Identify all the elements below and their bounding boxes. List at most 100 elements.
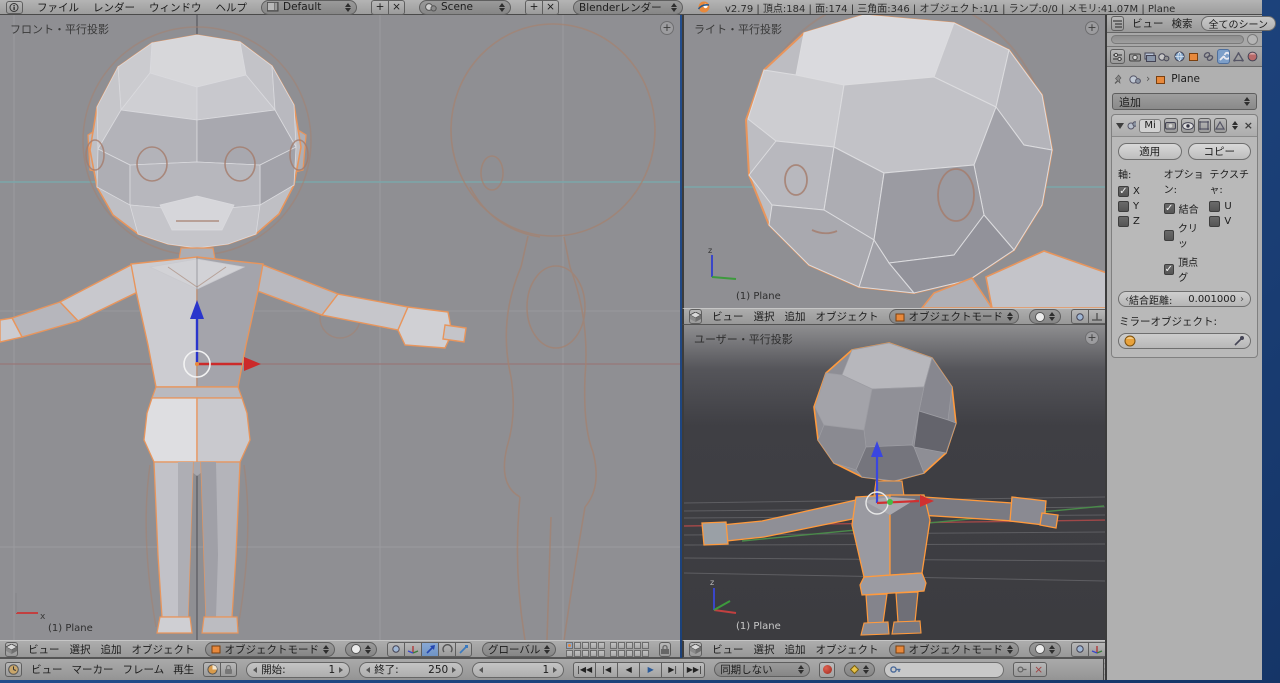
pivot-icon[interactable] <box>1071 309 1088 324</box>
layer-14[interactable] <box>590 649 598 657</box>
layer-4[interactable] <box>590 641 598 649</box>
shading-dropdown[interactable] <box>1029 309 1061 324</box>
menu-object[interactable]: オブジェクト <box>132 642 195 657</box>
checkbox-texture-v[interactable] <box>1209 216 1221 227</box>
checkbox-clipping[interactable] <box>1163 229 1174 241</box>
menu-render[interactable]: レンダー <box>93 0 135 15</box>
move-manipulator-icon[interactable] <box>421 641 438 657</box>
render-visibility-icon[interactable] <box>1164 118 1178 133</box>
toolshelf-expand-icon[interactable]: + <box>1085 21 1099 35</box>
viewport-right[interactable]: z ライト・平行投影 + (1) Plane <box>682 15 1105 308</box>
mode-dropdown[interactable]: オブジェクトモード <box>204 641 335 657</box>
render-engine-selector[interactable]: Blenderレンダー <box>573 0 683 15</box>
toolshelf-expand-icon[interactable]: + <box>1085 331 1099 345</box>
toolshelf-expand-icon[interactable]: + <box>660 21 674 35</box>
checkbox-merge[interactable]: ✓ <box>1163 203 1175 214</box>
layer-20[interactable] <box>642 649 650 657</box>
outliner-scrollbar[interactable] <box>1111 35 1244 44</box>
orientation-dropdown[interactable]: グローバル <box>482 641 557 657</box>
menu-select[interactable]: 選択 <box>754 642 775 657</box>
timeline-menu-playback[interactable]: 再生 <box>173 662 194 677</box>
menu-add[interactable]: 追加 <box>785 309 806 324</box>
character-mesh-head-side[interactable] <box>744 15 1105 308</box>
timeline-menu-view[interactable]: ビュー <box>31 662 63 677</box>
frame-end-field[interactable]: 終了: 250 <box>359 661 464 678</box>
checkbox-axis-x[interactable]: ✓ <box>1118 186 1129 197</box>
layer-16[interactable] <box>610 649 618 657</box>
cage-display-icon[interactable] <box>1213 118 1227 133</box>
tab-world-icon[interactable] <box>1173 49 1186 64</box>
menu-add[interactable]: 追加 <box>101 642 122 657</box>
edit-mode-display-icon[interactable] <box>1197 118 1211 133</box>
menu-view[interactable]: ビュー <box>28 642 60 657</box>
scene-delete-button[interactable]: × <box>542 0 559 15</box>
mode-dropdown[interactable]: オブジェクトモード <box>888 641 1019 657</box>
play-button[interactable]: ▶ <box>639 661 662 678</box>
layer-15[interactable] <box>598 649 606 657</box>
menu-view[interactable]: ビュー <box>712 309 744 324</box>
editor-type-3dview-button[interactable] <box>689 309 702 324</box>
layer-1[interactable] <box>566 641 574 649</box>
outliner-menu-search[interactable]: 検索 <box>1172 16 1193 31</box>
copy-button[interactable]: コピー <box>1187 143 1251 160</box>
next-keyframe-button[interactable]: ▶| <box>661 661 684 678</box>
sync-mode-dropdown[interactable]: 同期しない <box>714 662 811 677</box>
viewport-visibility-icon[interactable] <box>1180 118 1195 133</box>
layer-17[interactable] <box>618 649 626 657</box>
tab-modifiers-icon[interactable] <box>1216 49 1230 64</box>
editor-type-info-button[interactable] <box>6 0 23 14</box>
checkbox-vertex-groups[interactable]: ✓ <box>1163 263 1175 275</box>
outliner-menu-view[interactable]: ビュー <box>1132 16 1164 31</box>
layer-10[interactable] <box>642 641 650 649</box>
move-modifier-buttons[interactable] <box>1231 121 1238 130</box>
tab-object-icon[interactable] <box>1187 49 1200 64</box>
tab-constraints-icon[interactable] <box>1202 49 1215 64</box>
outliner-scroll-handle[interactable] <box>1247 34 1258 45</box>
menu-object[interactable]: オブジェクト <box>816 642 879 657</box>
layer-6[interactable] <box>610 641 618 649</box>
viewport-user[interactable]: z ユーザー・平行投影 + (1) Plane <box>682 325 1105 640</box>
delete-keyframe-icon[interactable]: × <box>1030 662 1048 677</box>
tab-render-icon[interactable] <box>1129 49 1142 64</box>
layer-7[interactable] <box>618 641 626 649</box>
mirror-object-field[interactable] <box>1118 333 1251 349</box>
merge-limit-slider[interactable]: ‹ 結合距離: 0.001000 › <box>1118 291 1251 307</box>
character-mesh-user[interactable] <box>701 342 1059 636</box>
rotate-manipulator-icon[interactable] <box>438 641 455 657</box>
checkbox-axis-z[interactable] <box>1118 216 1129 227</box>
lock-range-icon[interactable] <box>220 662 238 677</box>
checkbox-axis-y[interactable] <box>1118 201 1129 212</box>
shading-dropdown[interactable] <box>345 641 377 657</box>
delete-modifier-icon[interactable]: × <box>1244 119 1253 132</box>
layout-add-button[interactable]: + <box>371 0 388 15</box>
menu-object[interactable]: オブジェクト <box>816 309 879 324</box>
layer-19[interactable] <box>634 649 642 657</box>
outliner-filter-dropdown[interactable]: 全てのシーン <box>1200 16 1276 31</box>
jump-to-end-button[interactable]: ▶▶| <box>683 661 706 678</box>
checkbox-texture-u[interactable] <box>1209 201 1221 212</box>
editor-type-timeline-button[interactable] <box>5 662 22 677</box>
slider-increase-icon[interactable]: › <box>1240 294 1244 305</box>
manipulator-axes-icon[interactable] <box>1088 641 1105 657</box>
breadcrumb-object-name[interactable]: Plane <box>1171 73 1200 85</box>
editor-type-properties-button[interactable] <box>1110 49 1125 64</box>
viewport-front[interactable]: x フロント・平行投影 + (1) Plane <box>0 15 680 640</box>
editor-type-3dview-button[interactable] <box>689 641 702 657</box>
auto-keyframe-record-button[interactable] <box>819 661 836 678</box>
menu-help[interactable]: ヘルプ <box>216 0 248 15</box>
pin-icon[interactable] <box>1113 74 1124 85</box>
modifier-name-field[interactable]: Mi <box>1139 118 1162 133</box>
layout-delete-button[interactable]: × <box>388 0 405 15</box>
screen-layout-selector[interactable]: Default <box>261 0 357 15</box>
layer-3[interactable] <box>582 641 590 649</box>
layer-9[interactable] <box>634 641 642 649</box>
layer-18[interactable] <box>626 649 634 657</box>
frame-start-field[interactable]: 開始: 1 <box>246 661 351 678</box>
scene-selector[interactable]: Scene <box>419 0 511 15</box>
play-reverse-button[interactable]: ◀ <box>617 661 640 678</box>
tab-data-icon[interactable] <box>1232 49 1245 64</box>
tab-material-icon[interactable] <box>1246 49 1259 64</box>
timeline-menu-marker[interactable]: マーカー <box>72 662 114 677</box>
keying-set-type-dropdown[interactable] <box>844 662 876 677</box>
lock-to-scene-icon[interactable] <box>659 641 672 657</box>
